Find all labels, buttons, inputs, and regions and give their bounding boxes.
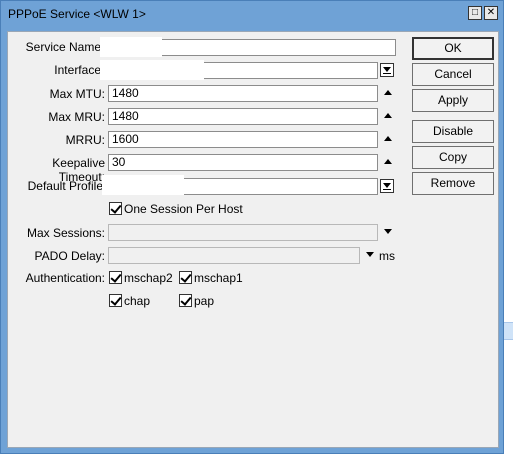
restore-icon[interactable]: □ [468, 6, 482, 20]
auth-mschap2-label: mschap2 [124, 271, 173, 285]
ok-button[interactable]: OK [412, 37, 494, 60]
auth-mschap2-checkbox[interactable] [109, 271, 122, 284]
redaction-mask [100, 37, 162, 57]
max-mru-collapse-icon[interactable] [384, 113, 392, 118]
max-mtu-label: Max MTU: [49, 87, 105, 101]
pado-delay-input[interactable] [108, 247, 360, 264]
max-mru-input[interactable]: 1480 [108, 108, 378, 125]
auth-chap-checkbox[interactable] [109, 294, 122, 307]
copy-button[interactable]: Copy [412, 146, 494, 169]
redaction-mask [102, 175, 184, 195]
title-bar[interactable]: PPPoE Service <WLW 1> □ ✕ [1, 1, 503, 25]
background-row-highlight [503, 322, 513, 340]
max-mtu-collapse-icon[interactable] [384, 90, 392, 95]
remove-button[interactable]: Remove [412, 172, 494, 195]
background-list [503, 0, 513, 459]
service-name-label: Service Name [25, 40, 101, 54]
auth-mschap1-label: mschap1 [194, 271, 243, 285]
mrru-collapse-icon[interactable] [384, 136, 392, 141]
max-sessions-expand-icon[interactable] [384, 229, 392, 234]
disable-button[interactable]: Disable [412, 120, 494, 143]
one-session-per-host-label: One Session Per Host [124, 202, 243, 216]
keepalive-timeout-collapse-icon[interactable] [384, 159, 392, 164]
window-title: PPPoE Service <WLW 1> [8, 7, 146, 21]
pado-delay-label: PADO Delay: [34, 249, 105, 263]
mrru-input[interactable]: 1600 [108, 131, 378, 148]
max-mru-label: Max MRU: [48, 110, 105, 124]
pado-delay-expand-icon[interactable] [366, 252, 374, 257]
pppoe-service-dialog: PPPoE Service <WLW 1> □ ✕ Service Name I… [0, 0, 504, 454]
auth-chap-label: chap [124, 294, 151, 308]
max-sessions-input[interactable] [108, 224, 378, 241]
default-profile-dropdown-icon[interactable] [380, 179, 394, 193]
keepalive-timeout-input[interactable]: 30 [108, 154, 378, 171]
redaction-mask [100, 60, 204, 80]
max-mtu-input[interactable]: 1480 [108, 85, 378, 102]
default-profile-label: Default Profile [27, 179, 103, 193]
cancel-button[interactable]: Cancel [412, 63, 494, 86]
apply-button[interactable]: Apply [412, 89, 494, 112]
auth-pap-label: pap [194, 294, 215, 308]
interface-label: Interface [54, 63, 101, 77]
max-sessions-label: Max Sessions: [26, 226, 105, 240]
interface-dropdown-icon[interactable] [380, 63, 394, 77]
auth-pap-checkbox[interactable] [179, 294, 192, 307]
one-session-per-host-checkbox[interactable] [109, 202, 122, 215]
auth-mschap1-checkbox[interactable] [179, 271, 192, 284]
pado-delay-unit: ms [379, 249, 395, 263]
authentication-label: Authentication: [25, 271, 105, 285]
mrru-label: MRRU: [65, 133, 105, 147]
close-icon[interactable]: ✕ [484, 6, 498, 20]
